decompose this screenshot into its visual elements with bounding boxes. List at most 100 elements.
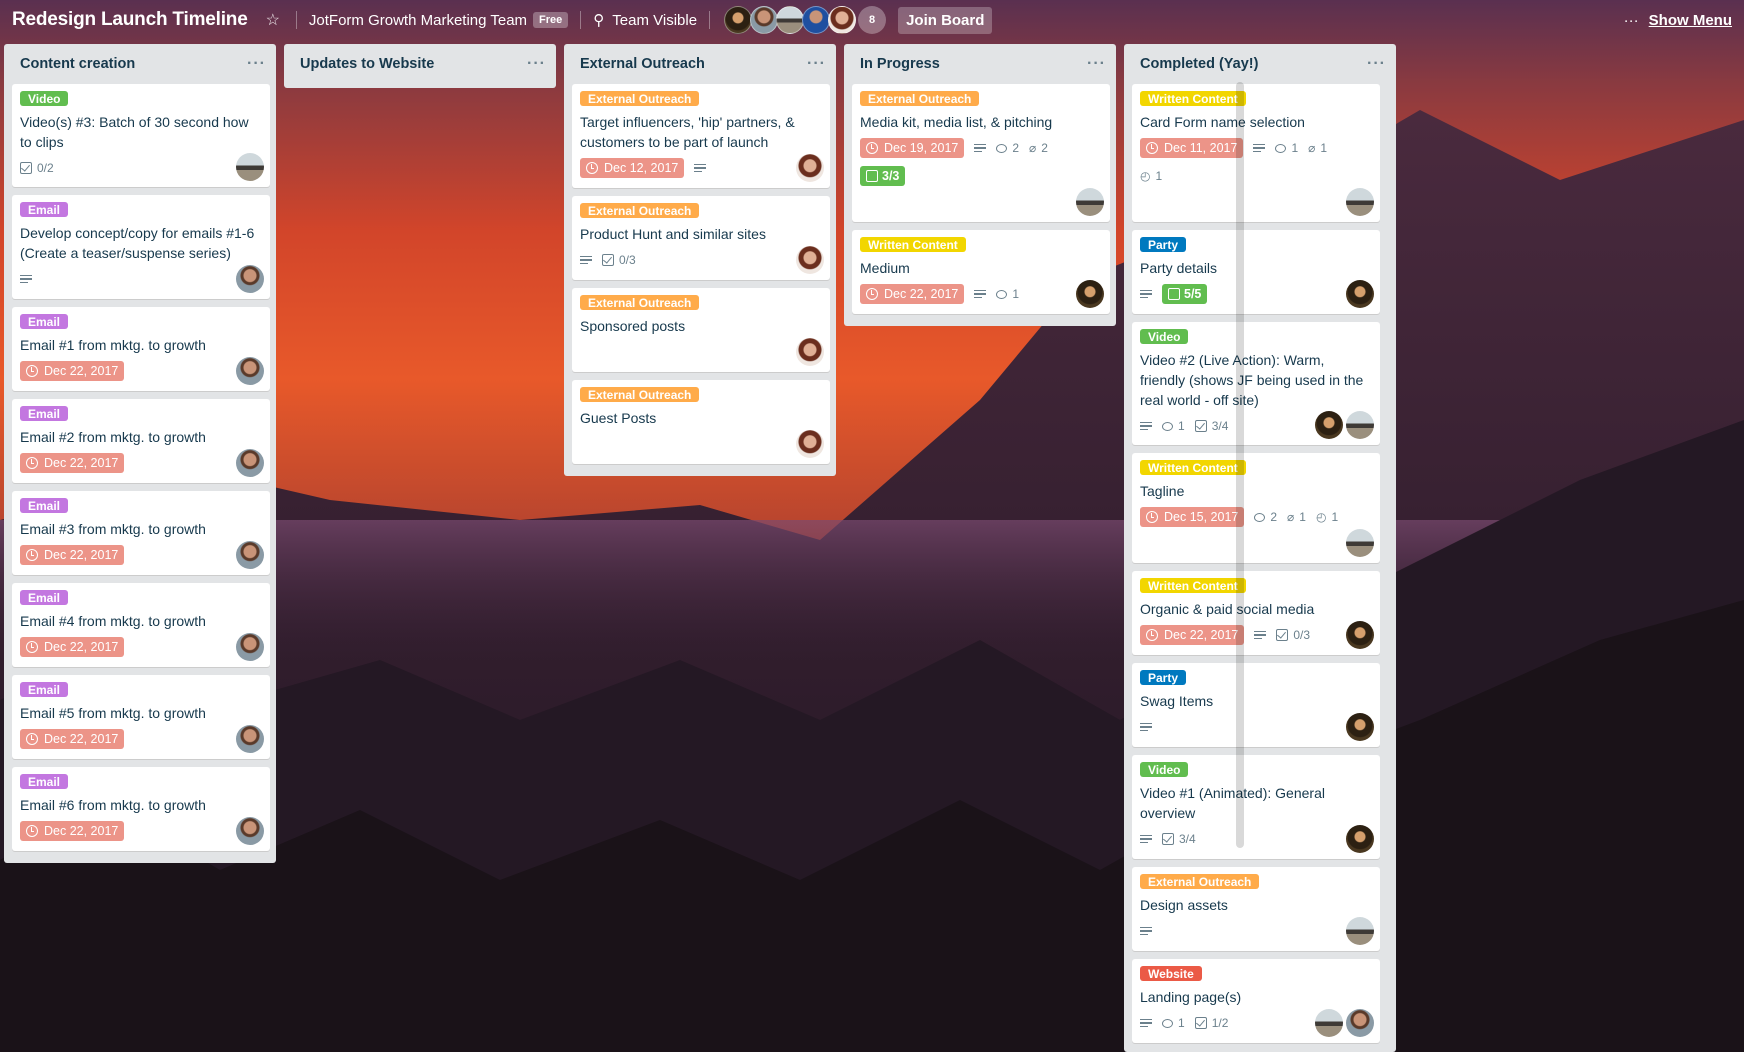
member-avatar[interactable] bbox=[236, 817, 264, 845]
card[interactable]: Email Email #1 from mktg. to growth Dec … bbox=[12, 307, 270, 391]
list-title[interactable]: Completed (Yay!) bbox=[1140, 56, 1258, 72]
member-avatar[interactable] bbox=[1346, 188, 1374, 216]
member-avatar[interactable] bbox=[1346, 917, 1374, 945]
clock-icon bbox=[586, 162, 598, 174]
card-badges: Dec 11, 2017 1 ⌀ 1 bbox=[1140, 136, 1372, 160]
list-title[interactable]: Updates to Website bbox=[300, 56, 434, 72]
list-menu-icon[interactable]: ··· bbox=[527, 55, 546, 73]
board-title[interactable]: Redesign Launch Timeline bbox=[12, 9, 248, 31]
list-scrollbar[interactable] bbox=[1236, 82, 1244, 848]
member-avatar[interactable] bbox=[796, 430, 824, 458]
vote-count: 1 bbox=[1155, 169, 1163, 183]
card[interactable]: Email Email #6 from mktg. to growth Dec … bbox=[12, 767, 270, 851]
member-avatar[interactable] bbox=[1076, 188, 1104, 216]
due-date: Dec 22, 2017 bbox=[1164, 628, 1239, 642]
member-avatar[interactable] bbox=[1076, 280, 1104, 308]
checklist-count: 3/4 bbox=[1211, 419, 1229, 433]
list-title[interactable]: External Outreach bbox=[580, 56, 705, 72]
card[interactable]: External Outreach Sponsored posts bbox=[572, 288, 830, 372]
star-icon[interactable]: ☆ bbox=[266, 10, 280, 30]
member-avatar[interactable] bbox=[236, 541, 264, 569]
member-count[interactable]: 8 bbox=[858, 6, 887, 34]
member-avatar[interactable] bbox=[796, 246, 824, 274]
card[interactable]: Email Develop concept/copy for emails #1… bbox=[12, 195, 270, 299]
member-avatar[interactable] bbox=[1315, 1009, 1343, 1037]
member-avatar[interactable] bbox=[750, 6, 779, 34]
card[interactable]: External Outreach Media kit, media list,… bbox=[852, 84, 1110, 222]
card[interactable]: Written Content Medium Dec 22, 2017 1 bbox=[852, 230, 1110, 314]
card[interactable]: Email Email #5 from mktg. to growth Dec … bbox=[12, 675, 270, 759]
list-menu-icon[interactable]: ··· bbox=[1087, 55, 1106, 73]
list-title[interactable]: In Progress bbox=[860, 56, 940, 72]
card-label: Written Content bbox=[1140, 578, 1246, 593]
team-name-button[interactable]: JotForm Growth Marketing Team Free bbox=[308, 11, 569, 29]
card[interactable]: Written Content Tagline Dec 15, 2017 2 ⌀… bbox=[1132, 453, 1380, 563]
member-avatar[interactable] bbox=[236, 357, 264, 385]
card-badges bbox=[1140, 919, 1372, 943]
checklist-count: 0/3 bbox=[619, 253, 636, 267]
card-label: Email bbox=[20, 590, 69, 605]
due-date: Dec 22, 2017 bbox=[44, 824, 119, 838]
member-avatar[interactable] bbox=[724, 6, 753, 34]
member-avatar[interactable] bbox=[1346, 411, 1374, 439]
list-menu-icon[interactable]: ··· bbox=[807, 55, 826, 73]
list-menu-icon[interactable]: ··· bbox=[247, 55, 266, 73]
card-badges: Dec 22, 2017 bbox=[20, 543, 262, 567]
card[interactable]: Party Swag Items bbox=[1132, 663, 1380, 747]
card-title: Landing page(s) bbox=[1140, 989, 1242, 1005]
clock-icon bbox=[26, 733, 38, 745]
member-avatar[interactable] bbox=[236, 449, 264, 477]
due-date-badge: Dec 22, 2017 bbox=[1140, 625, 1245, 645]
list-title[interactable]: Content creation bbox=[20, 56, 135, 72]
member-avatar[interactable] bbox=[1346, 529, 1374, 557]
card[interactable]: Party Party details 5/5 bbox=[1132, 230, 1380, 314]
visibility-button[interactable]: ⚲ Team Visible bbox=[593, 11, 697, 30]
comment-icon bbox=[996, 289, 1008, 299]
list-header[interactable]: External Outreach ··· bbox=[572, 44, 830, 84]
team-name: JotForm Growth Marketing Team bbox=[308, 11, 528, 29]
card-badges: Dec 22, 2017 bbox=[20, 635, 262, 659]
card[interactable]: Email Email #3 from mktg. to growth Dec … bbox=[12, 491, 270, 575]
member-avatar[interactable] bbox=[1346, 621, 1374, 649]
member-avatar[interactable] bbox=[1315, 411, 1343, 439]
card[interactable]: External Outreach Target influencers, 'h… bbox=[572, 84, 830, 188]
member-avatar[interactable] bbox=[1346, 1009, 1374, 1037]
card-title: Email #2 from mktg. to growth bbox=[20, 429, 206, 445]
card[interactable]: Video Video(s) #3: Batch of 30 second ho… bbox=[12, 84, 270, 187]
card[interactable]: Video Video #1 (Animated): General overv… bbox=[1132, 755, 1380, 859]
member-avatar[interactable] bbox=[1346, 825, 1374, 853]
list-menu-icon[interactable]: ··· bbox=[1367, 55, 1386, 73]
card[interactable]: External Outreach Guest Posts bbox=[572, 380, 830, 464]
card[interactable]: Written Content Organic & paid social me… bbox=[1132, 571, 1380, 655]
member-avatar[interactable] bbox=[236, 265, 264, 293]
show-menu-button[interactable]: ··· Show Menu bbox=[1624, 12, 1732, 29]
card[interactable]: Video Video #2 (Live Action): Warm, frie… bbox=[1132, 322, 1380, 445]
due-date-badge: Dec 19, 2017 bbox=[860, 138, 965, 158]
member-avatar[interactable] bbox=[1346, 713, 1374, 741]
join-board-button[interactable]: Join Board bbox=[898, 6, 993, 34]
card[interactable]: Written Content Card Form name selection… bbox=[1132, 84, 1380, 222]
member-avatar[interactable] bbox=[236, 725, 264, 753]
member-avatar[interactable] bbox=[802, 6, 831, 34]
card[interactable]: Email Email #2 from mktg. to growth Dec … bbox=[12, 399, 270, 483]
card[interactable]: External Outreach Design assets bbox=[1132, 867, 1380, 951]
list-header[interactable]: In Progress ··· bbox=[852, 44, 1110, 84]
list-header[interactable]: Content creation ··· bbox=[12, 44, 270, 84]
vote-count: 1 bbox=[1331, 510, 1339, 524]
member-avatar[interactable] bbox=[1346, 280, 1374, 308]
list-header[interactable]: Completed (Yay!) ··· bbox=[1132, 44, 1390, 84]
card[interactable]: Email Email #4 from mktg. to growth Dec … bbox=[12, 583, 270, 667]
card[interactable]: Website Landing page(s) 1 1/2 bbox=[1132, 959, 1380, 1043]
member-avatar[interactable] bbox=[236, 153, 264, 181]
attachments-badge: ⌀ 1 bbox=[1308, 141, 1327, 155]
card[interactable]: External Outreach Product Hunt and simil… bbox=[572, 196, 830, 280]
card-badges bbox=[1140, 715, 1372, 739]
member-avatar[interactable] bbox=[236, 633, 264, 661]
member-avatar[interactable] bbox=[796, 154, 824, 182]
card-title: Medium bbox=[860, 260, 910, 276]
member-avatar[interactable] bbox=[828, 6, 857, 34]
checklist-badge: 1/2 bbox=[1194, 1016, 1228, 1030]
member-avatar[interactable] bbox=[796, 338, 824, 366]
list-header[interactable]: Updates to Website ··· bbox=[292, 44, 550, 84]
member-avatar[interactable] bbox=[776, 6, 805, 34]
